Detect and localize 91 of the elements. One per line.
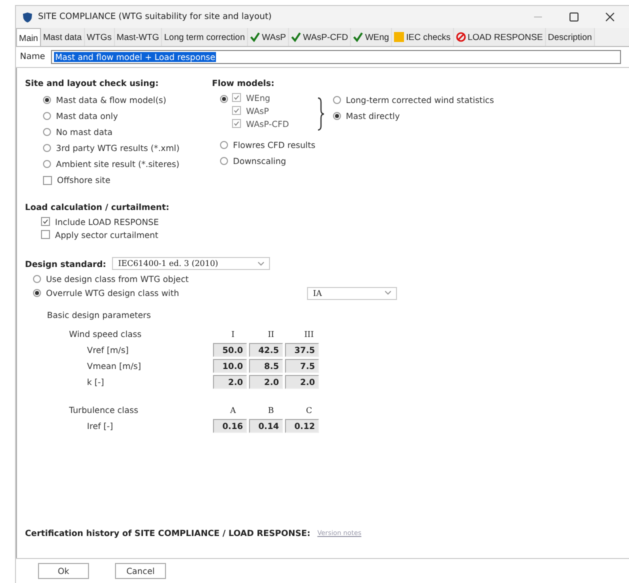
checkbox[interactable]: [41, 230, 50, 239]
checkmark-icon: [290, 32, 301, 42]
table-cell: 10.0: [213, 359, 247, 373]
brace-icon: [316, 97, 325, 131]
radio-button[interactable]: [332, 112, 341, 120]
tab[interactable]: Mast-WTG: [114, 28, 162, 46]
radio-button[interactable]: [33, 275, 41, 283]
section-heading: Flow models:: [212, 78, 276, 88]
option-label: WAsP-CFD: [246, 118, 289, 128]
option-label: WEng: [246, 92, 270, 102]
radio-button[interactable]: [220, 141, 228, 149]
field-label: Design standard:: [25, 258, 106, 268]
radio-button[interactable]: [43, 96, 51, 104]
table-cell: 0.14: [249, 419, 283, 433]
option-label: No mast data: [56, 127, 113, 137]
option-label: 3rd party WTG results (*.xml): [56, 143, 180, 153]
table-cell: 2.0: [213, 375, 247, 389]
close-icon[interactable]: [605, 12, 615, 22]
radio-button[interactable]: [43, 112, 51, 120]
table-cell: 42.5: [249, 343, 283, 357]
tab[interactable]: WTGs: [84, 28, 115, 46]
table-cell: 0.12: [285, 419, 319, 433]
row-label: k [-]: [86, 377, 106, 387]
checkmark-icon: [250, 32, 260, 42]
row-label: Iref [-]: [86, 421, 114, 431]
row-label: Vmean [m/s]: [86, 361, 142, 371]
shield-icon: [22, 12, 33, 22]
option-label: Long-term corrected wind statistics: [346, 95, 494, 105]
option-label: Ambient site result (*.siteres): [56, 159, 180, 169]
tab[interactable]: IEC checks: [392, 28, 454, 46]
table-cell: 0.16: [213, 419, 247, 433]
radio-button[interactable]: [43, 144, 51, 152]
tab[interactable]: WEng: [351, 28, 392, 46]
column-header: B: [267, 406, 275, 414]
table-cell: 2.0: [249, 375, 283, 389]
maximize-icon[interactable]: [569, 12, 579, 22]
option-label: Flowres CFD results: [233, 140, 316, 150]
option-label: Overrule WTG design class with: [46, 288, 180, 298]
caret-icon: [385, 291, 391, 295]
tab[interactable]: WAsP-CFD: [288, 28, 352, 46]
option-label: Include LOAD RESPONSE: [55, 216, 159, 226]
table-cell: 2.0: [285, 375, 319, 389]
radio-button[interactable]: [332, 96, 341, 104]
section-heading: Load calculation / curtailment:: [25, 202, 170, 212]
option-label: Mast data only: [56, 111, 118, 121]
square-icon: [394, 32, 404, 42]
option-label: Downscaling: [233, 156, 286, 166]
tab[interactable]: WAsP: [248, 28, 289, 46]
prohibited-icon: [456, 32, 466, 42]
option-label: Mast directly: [346, 111, 400, 121]
dialog-button[interactable]: Cancel: [115, 563, 166, 579]
option-label: Mast data & flow model(s): [56, 95, 166, 105]
option-label: Offshore site: [57, 175, 110, 185]
table-label: Wind speed class: [68, 329, 142, 339]
caret-icon: [258, 262, 264, 266]
radio-button[interactable]: [220, 157, 228, 165]
option-label: Use design class from WTG object: [46, 274, 189, 284]
checkbox[interactable]: [43, 176, 52, 184]
radio-button[interactable]: [33, 289, 41, 297]
radio-button[interactable]: [43, 160, 51, 168]
radio-button[interactable]: [43, 128, 51, 136]
name-label: Name: [20, 52, 46, 62]
table-cell: 8.5: [249, 359, 283, 373]
section-heading: Site and layout check using:: [25, 78, 160, 88]
radio-button[interactable]: [220, 95, 228, 103]
column-header: C: [304, 406, 314, 414]
checkmark-icon: [353, 32, 364, 42]
window-title: SITE COMPLIANCE (WTG suitability for site and layout): [38, 12, 272, 22]
option-label: WAsP: [246, 106, 269, 116]
column-header: III: [303, 330, 315, 338]
checkbox[interactable]: [41, 217, 50, 226]
option-label: Apply sector curtailment: [55, 230, 158, 240]
table-label: Turbulence class: [68, 405, 140, 415]
group-label: Basic design parameters: [47, 310, 152, 320]
certification-label: Certification history of SITE COMPLIANCE / LOAD RESPONSE:: [25, 528, 310, 538]
design-class-dropdown[interactable]: IA: [307, 286, 397, 300]
column-header: I: [230, 330, 236, 338]
dialog-button[interactable]: Ok: [38, 563, 89, 579]
table-cell: 50.0: [213, 343, 247, 357]
tab[interactable]: Long term correction: [162, 28, 248, 46]
design-standard-dropdown[interactable]: IEC61400-1 ed. 3 (2010): [112, 257, 270, 270]
row-label: Vref [m/s]: [86, 345, 130, 355]
table-cell: 37.5: [285, 343, 319, 357]
table-cell: 7.5: [285, 359, 319, 373]
name-field[interactable]: Mast and flow model + Load response: [51, 50, 621, 64]
tab[interactable]: LOAD RESPONSE: [454, 28, 546, 46]
tab[interactable]: Mast data: [41, 28, 85, 46]
tab[interactable]: Description: [546, 28, 595, 46]
column-header: II: [266, 330, 276, 338]
column-header: A: [229, 406, 237, 414]
tab[interactable]: Main: [16, 28, 42, 46]
